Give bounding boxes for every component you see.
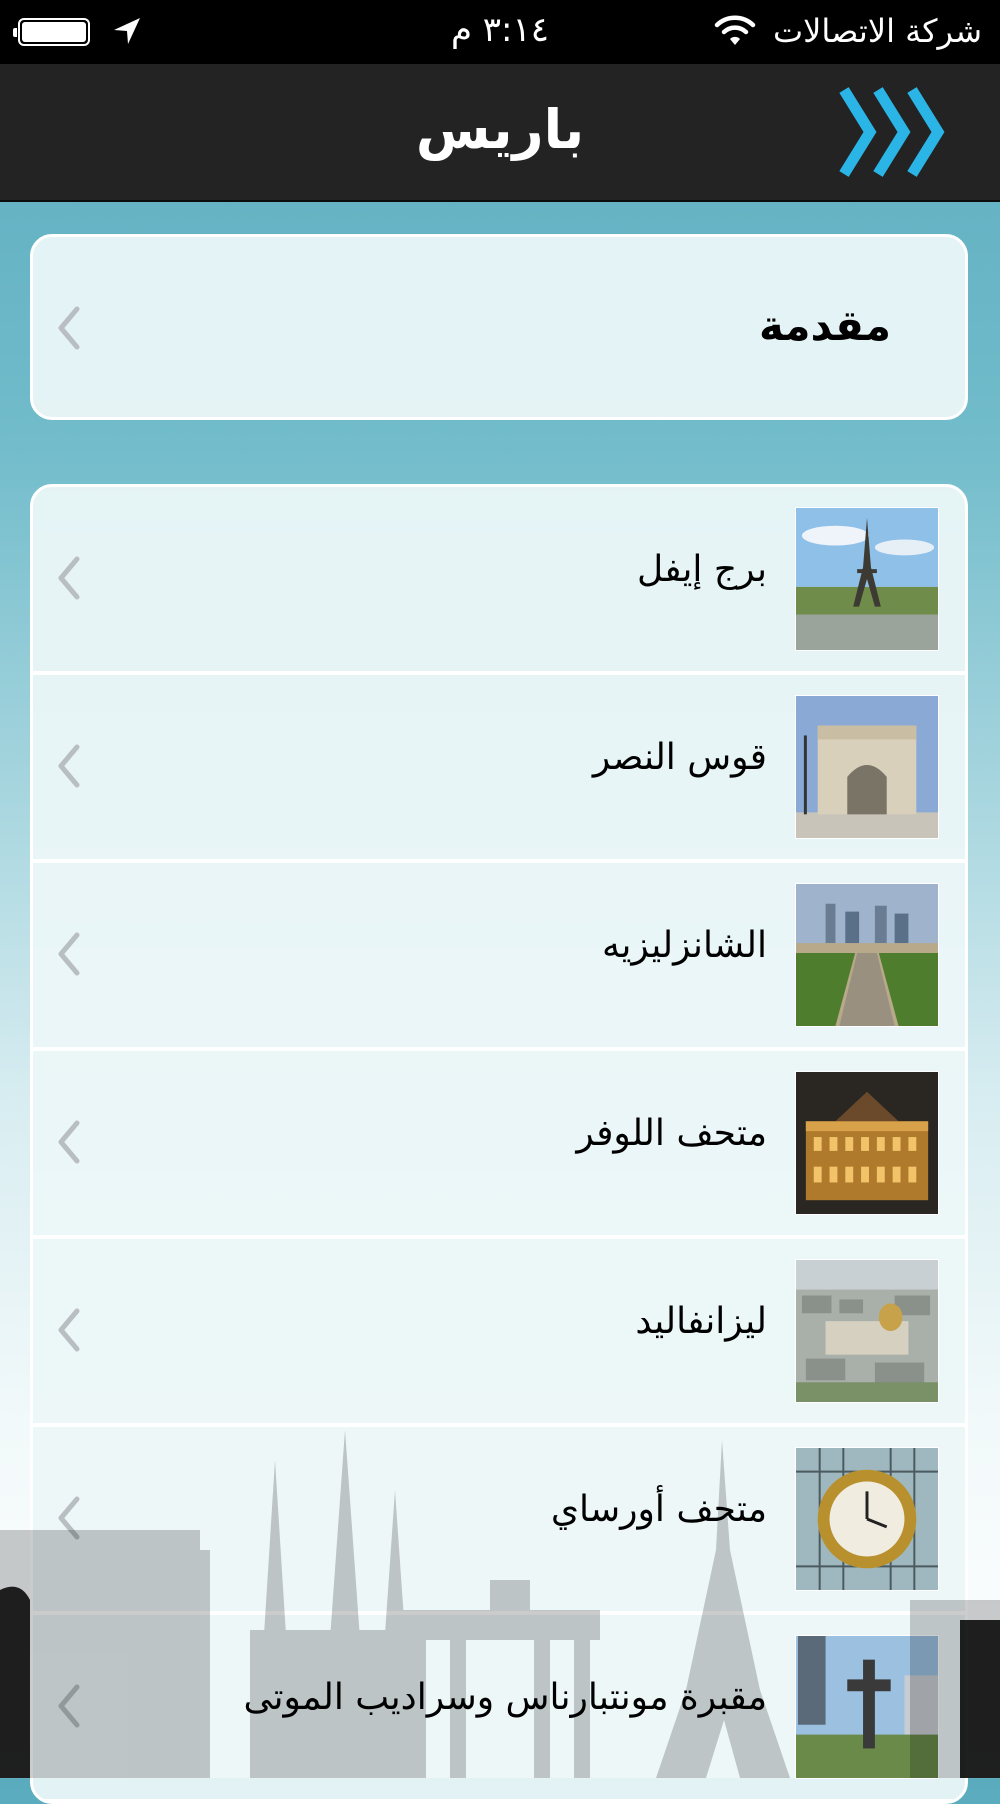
place-row-orsay[interactable]: متحف أورساي: [33, 1427, 965, 1615]
place-label: متحف اللوفر: [576, 1113, 767, 1154]
eiffel-tower-photo: [795, 507, 939, 651]
triple-chevron-icon[interactable]: [836, 84, 952, 180]
place-label: برج إيفل: [636, 549, 767, 590]
arc-de-triomphe-photo: [795, 695, 939, 839]
place-row-eiffel-tower[interactable]: برج إيفل: [33, 487, 965, 675]
les-invalides-photo: [795, 1259, 939, 1403]
champs-elysees-photo: [795, 883, 939, 1027]
orsay-clock-photo: [795, 1447, 939, 1591]
louvre-photo: [795, 1071, 939, 1215]
intro-row[interactable]: مقدمة: [30, 234, 968, 420]
wifi-icon: [714, 15, 756, 45]
chevron-left-icon: [58, 556, 80, 600]
place-row-arc-de-triomphe[interactable]: قوس النصر: [33, 675, 965, 863]
place-row-champs-elysees[interactable]: الشانزليزيه: [33, 863, 965, 1051]
intro-label: مقدمة: [759, 301, 891, 350]
carrier-name: شركة الاتصالات: [773, 12, 982, 50]
place-label: الشانزليزيه: [602, 925, 767, 966]
places-list: برج إيفل قوس النصر الشانزليزيه متحف اللو…: [30, 484, 968, 1804]
place-row-montparnasse[interactable]: مقبرة مونتبارناس وسراديب الموتى: [33, 1615, 965, 1801]
place-row-les-invalides[interactable]: ليزانفاليد: [33, 1239, 965, 1427]
chevron-left-icon: [58, 1684, 80, 1728]
chevron-left-icon: [58, 744, 80, 788]
chevron-left-icon: [58, 932, 80, 976]
place-label: قوس النصر: [592, 737, 767, 778]
navigation-bar: باريس: [0, 64, 1000, 202]
chevron-left-icon: [58, 1120, 80, 1164]
chevron-left-icon: [58, 1496, 80, 1540]
place-row-louvre[interactable]: متحف اللوفر: [33, 1051, 965, 1239]
place-label: متحف أورساي: [550, 1489, 767, 1530]
place-label: ليزانفاليد: [635, 1301, 767, 1342]
chevron-left-icon: [58, 1308, 80, 1352]
montparnasse-cemetery-photo: [795, 1635, 939, 1779]
chevron-left-icon: [58, 306, 80, 350]
status-bar: ٣:١٤ م شركة الاتصالات: [0, 0, 1000, 64]
place-label: مقبرة مونتبارناس وسراديب الموتى: [243, 1677, 767, 1718]
